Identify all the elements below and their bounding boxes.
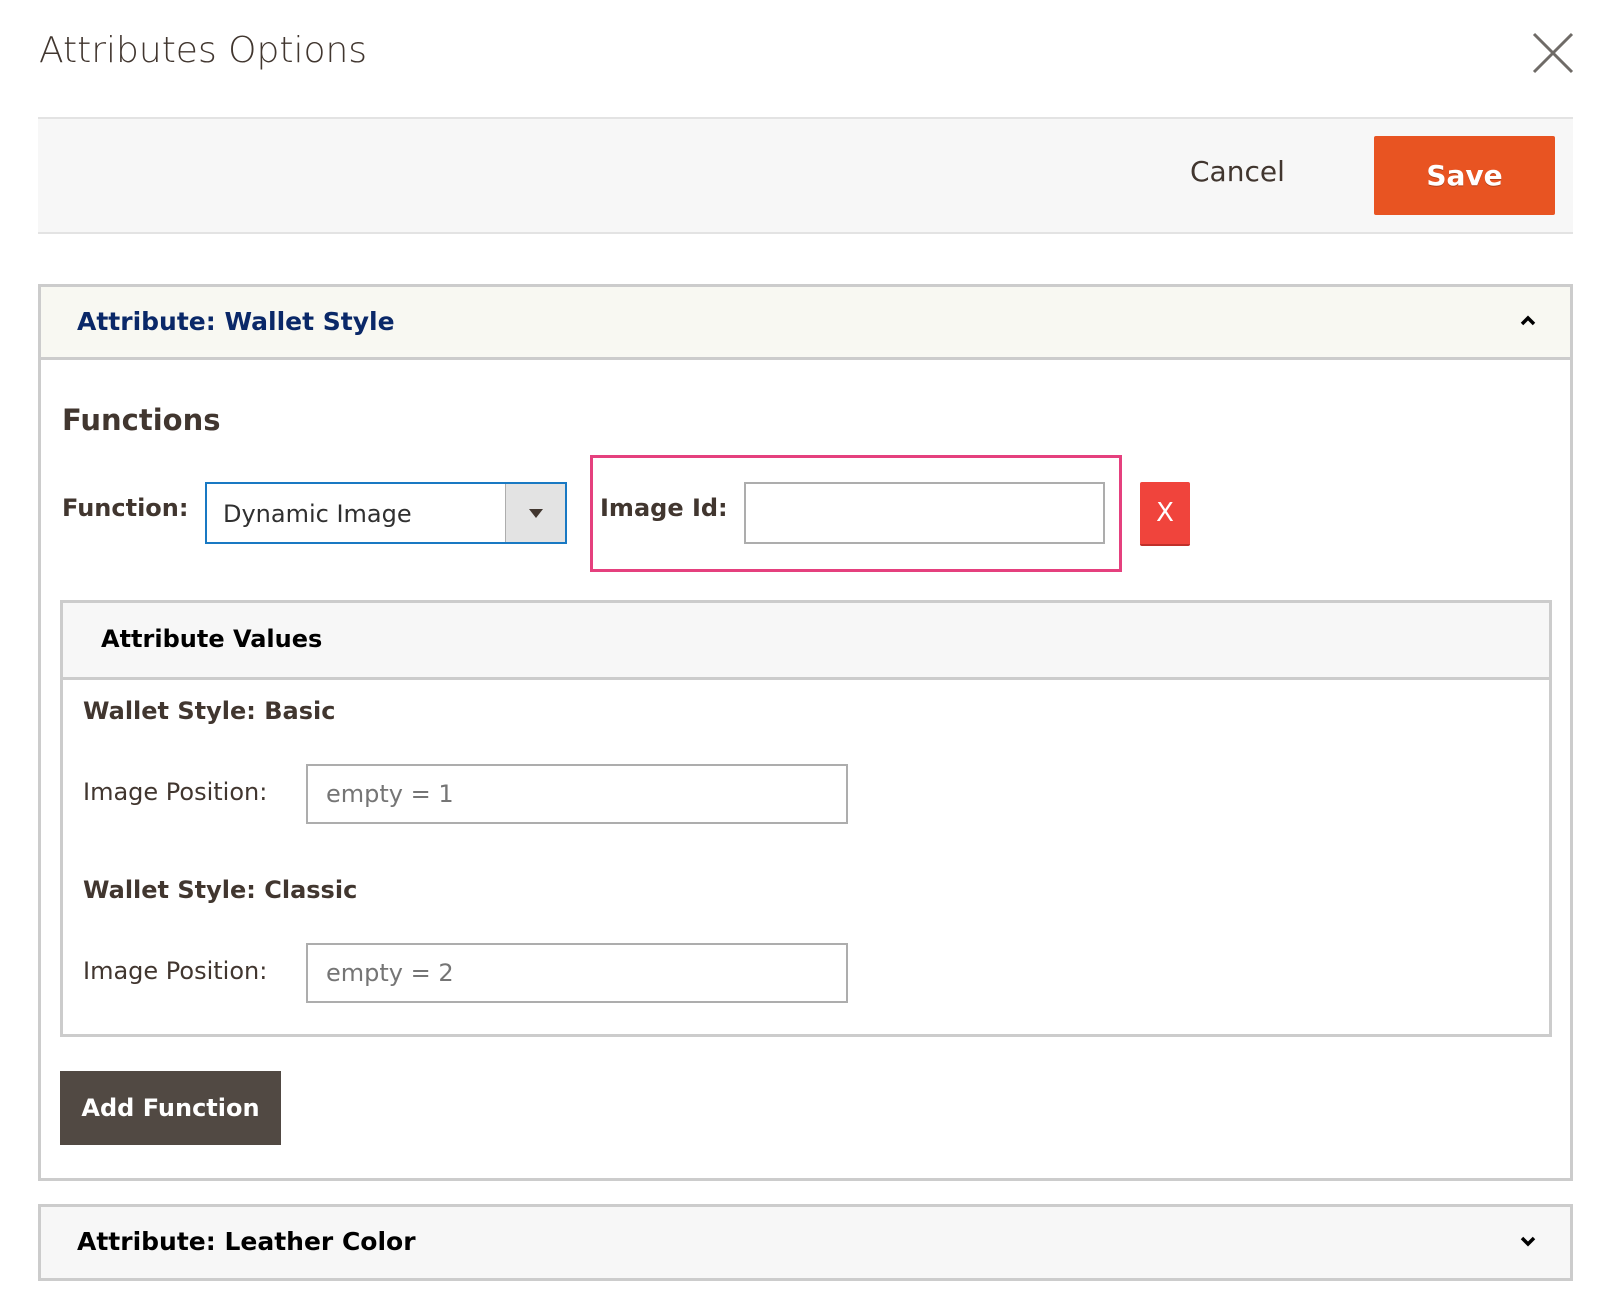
function-select[interactable]: Dynamic Image (205, 482, 567, 544)
image-position-label: Image Position: (83, 778, 268, 806)
panel-title: Attribute: Leather Color (77, 1227, 416, 1256)
image-id-label: Image Id: (600, 494, 728, 522)
save-button[interactable]: Save (1374, 136, 1555, 215)
panel-header[interactable]: Attribute: Leather Color (41, 1207, 1570, 1278)
function-label: Function: (62, 494, 189, 522)
chevron-up-icon[interactable] (1516, 309, 1540, 333)
panel-header[interactable]: Attribute: Wallet Style (41, 287, 1570, 360)
delete-function-button[interactable]: X (1140, 482, 1190, 546)
value-title: Wallet Style: Basic (83, 697, 336, 725)
add-function-button[interactable]: Add Function (60, 1071, 281, 1145)
image-position-input-basic[interactable] (306, 764, 848, 824)
cancel-button[interactable]: Cancel (1190, 155, 1285, 188)
panel-title: Attribute: Wallet Style (77, 307, 395, 336)
attribute-panel-leather-color: Attribute: Leather Color (38, 1204, 1573, 1281)
functions-heading: Functions (62, 403, 221, 437)
modal-toolbar (38, 117, 1573, 234)
function-select-value: Dynamic Image (223, 500, 412, 528)
image-position-input-classic[interactable] (306, 943, 848, 1003)
attribute-values-heading: Attribute Values (101, 625, 323, 653)
chevron-down-icon[interactable] (1516, 1229, 1540, 1253)
image-id-input[interactable] (744, 482, 1105, 544)
chevron-down-icon[interactable] (505, 484, 565, 542)
value-title: Wallet Style: Classic (83, 876, 358, 904)
modal-title: Attributes Options (39, 30, 368, 71)
image-position-label: Image Position: (83, 957, 268, 985)
close-icon[interactable] (1530, 30, 1576, 76)
